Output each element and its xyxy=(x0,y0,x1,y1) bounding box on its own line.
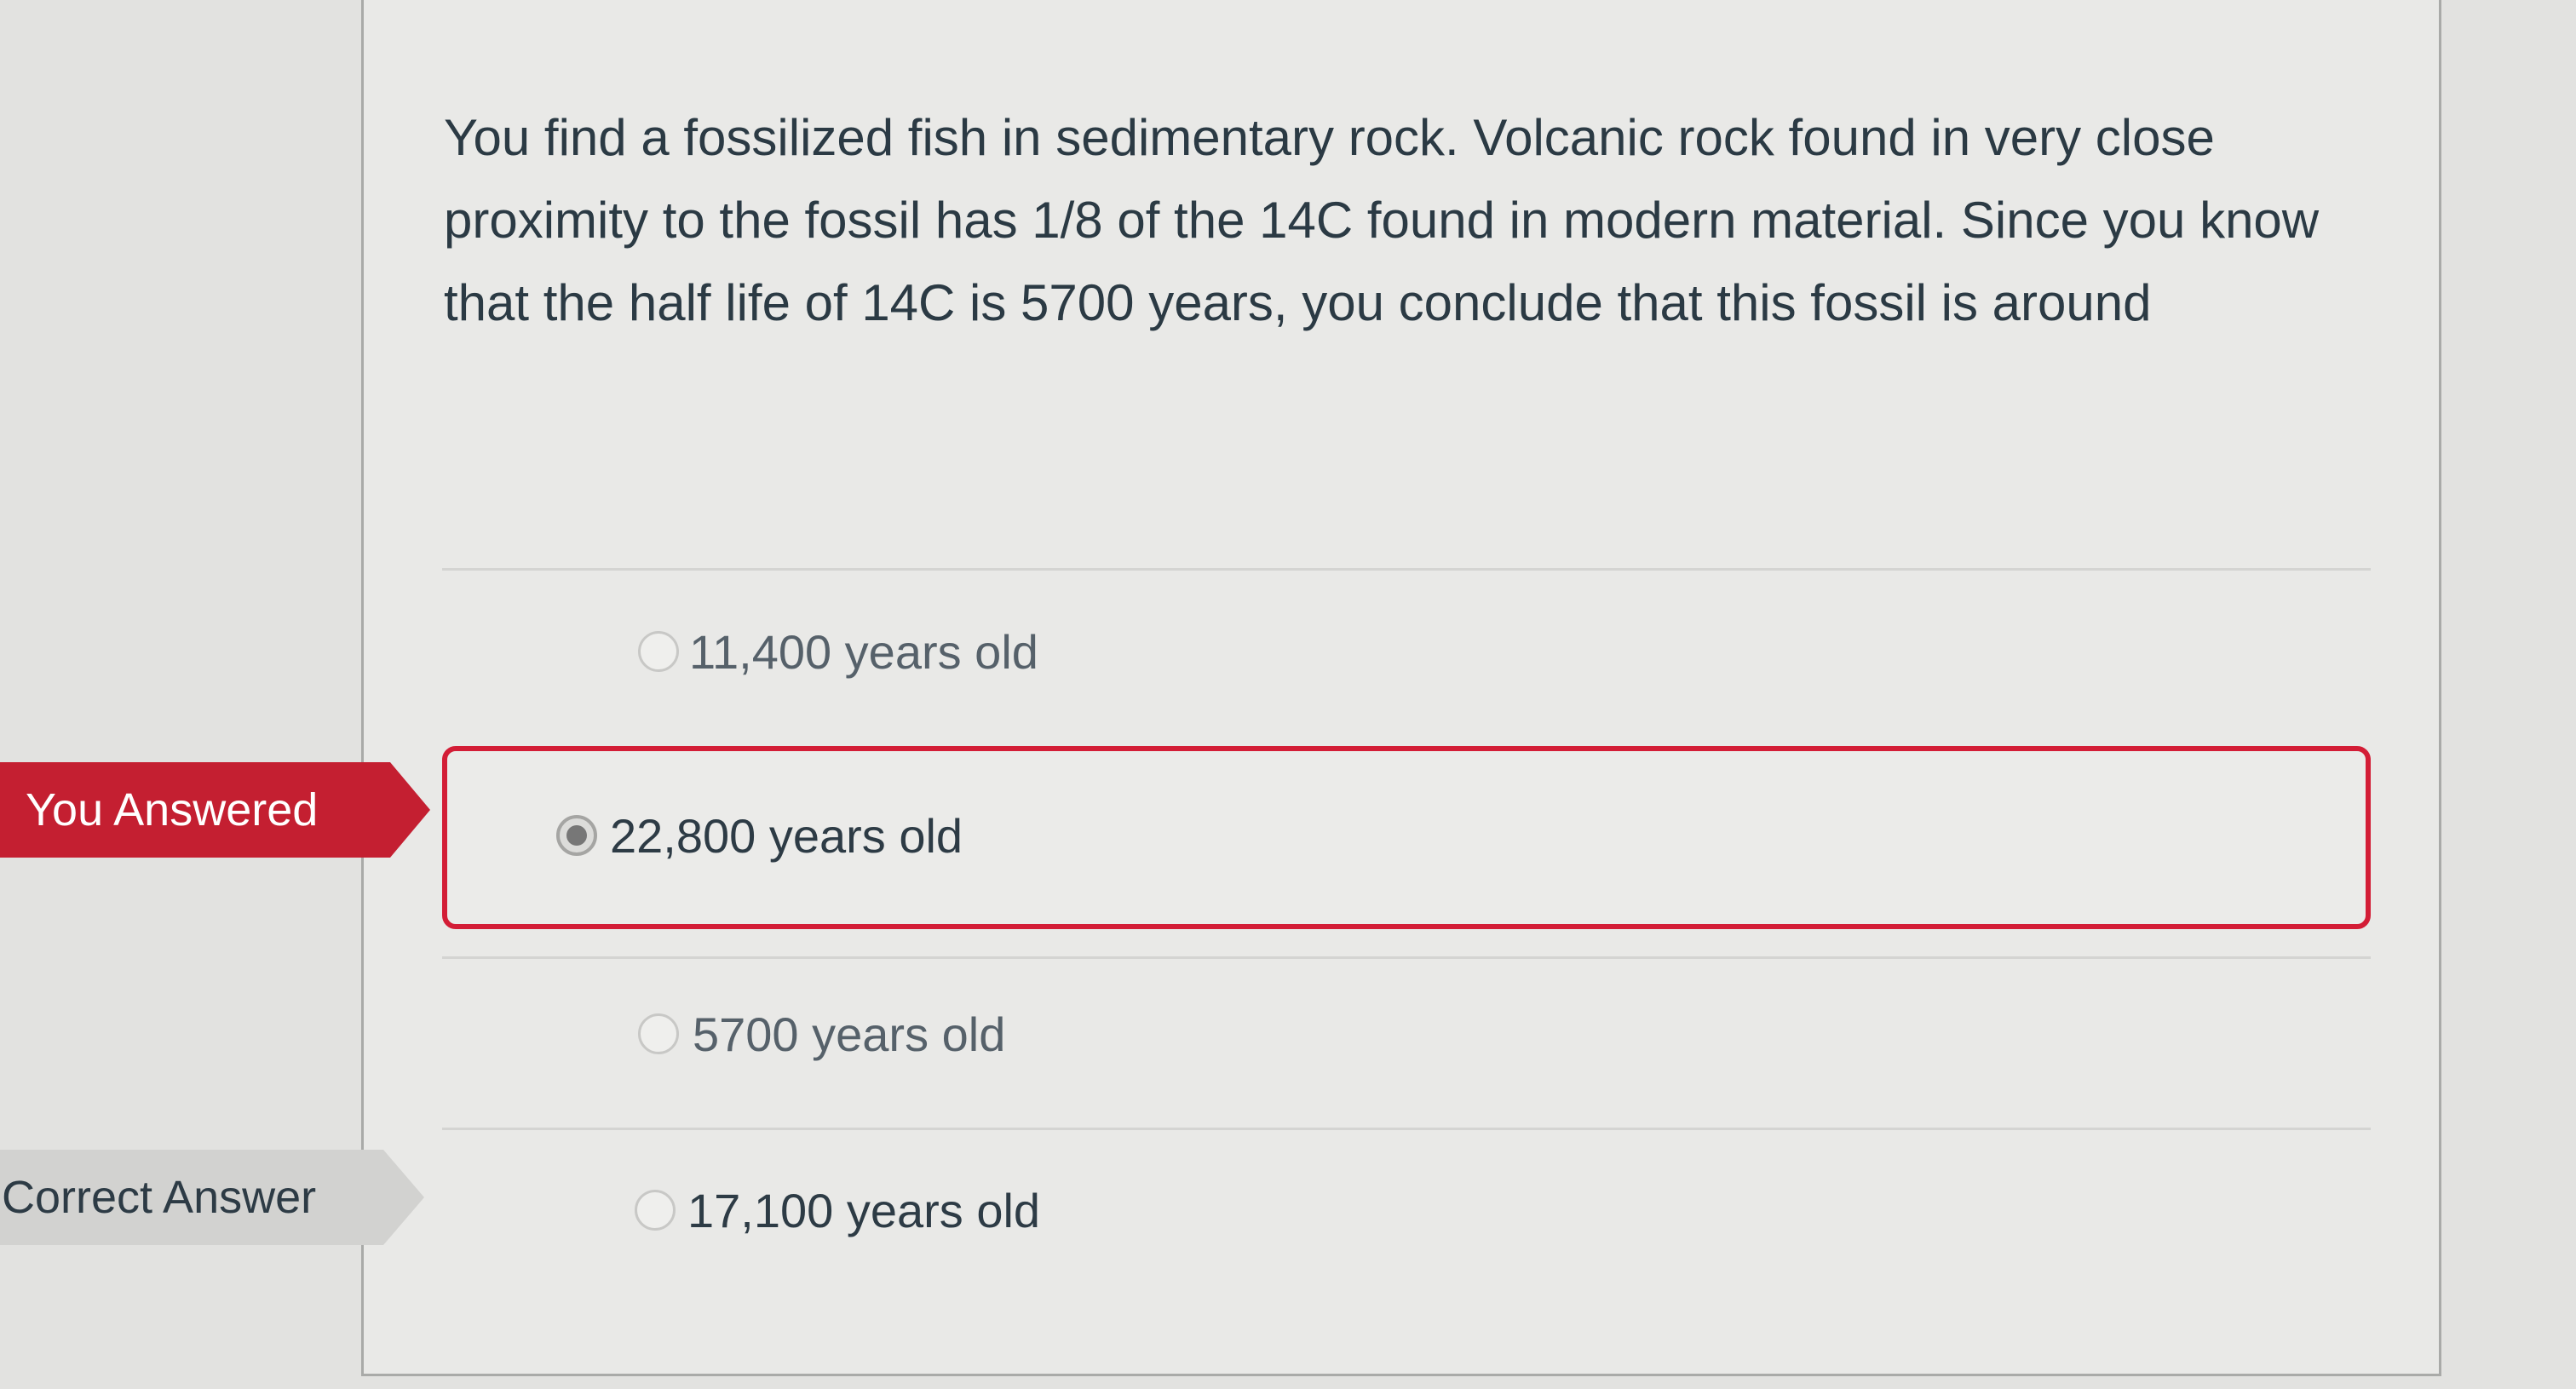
radio-button-checked[interactable] xyxy=(556,815,597,856)
question-text: You find a fossilized fish in sedimentar… xyxy=(444,109,2320,331)
answer-row-4[interactable]: 17,100 years old xyxy=(442,1130,2371,1300)
answer-divider xyxy=(442,956,2371,959)
question-card: You find a fossilized fish in sedimentar… xyxy=(361,0,2441,1376)
answer-label: 17,100 years old xyxy=(687,1184,1041,1237)
you-answered-marker: You Answered xyxy=(0,762,430,858)
answer-row-2-selected[interactable]: 22,800 years old xyxy=(442,746,2371,929)
answer-row-3[interactable]: 5700 years old xyxy=(442,960,2371,1130)
radio-button[interactable] xyxy=(638,631,679,672)
answer-row-1[interactable]: 11,400 years old xyxy=(442,581,2371,751)
answer-label: 5700 years old xyxy=(693,1007,1006,1061)
correct-answer-marker: Correct Answer xyxy=(0,1150,424,1245)
radio-button[interactable] xyxy=(635,1190,676,1231)
answers-top-divider xyxy=(442,568,2371,571)
radio-button[interactable] xyxy=(638,1013,679,1054)
answer-label: 11,400 years old xyxy=(689,625,1038,679)
you-answered-label: You Answered xyxy=(26,784,319,835)
correct-answer-label: Correct Answer xyxy=(2,1172,317,1223)
answer-label: 22,800 years old xyxy=(610,809,963,863)
